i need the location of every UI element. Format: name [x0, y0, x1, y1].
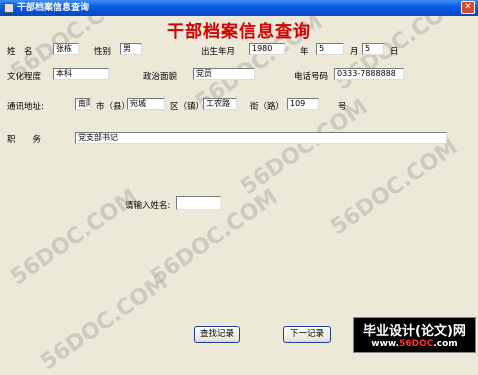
politics-label: 政治面貌 [143, 72, 178, 82]
page-heading: 干部档案信息查询 [167, 22, 311, 42]
day-label: 日 [390, 47, 399, 57]
phone-field[interactable]: 0333-7888888 [334, 68, 404, 80]
month-label: 月 [350, 47, 359, 57]
find-record-button[interactable]: 查找记录 [194, 326, 240, 343]
birth-year-field[interactable]: 1980 [249, 43, 285, 55]
name-field[interactable]: 张栋 [53, 43, 79, 55]
education-label: 文化程度 [7, 72, 42, 82]
search-label: 请输入姓名: [125, 201, 171, 211]
app-icon [4, 3, 14, 13]
app-window: 56DOC.COM 56DOC.COM 56DOC.COM 56DOC.COM … [0, 0, 478, 375]
gender-field[interactable]: 男 [120, 43, 142, 55]
birth-day-field[interactable]: 5 [362, 43, 384, 55]
position-field[interactable]: 党支部书记 [75, 132, 447, 144]
close-button[interactable]: ✕ [461, 1, 475, 14]
phone-label: 电话号码 [294, 72, 329, 82]
watermark: 56DOC.COM [326, 134, 463, 241]
birth-month-field[interactable]: 5 [316, 43, 344, 55]
search-name-input[interactable] [176, 196, 221, 210]
address-label: 通讯地址: [7, 102, 44, 112]
city-label: 市（县） [96, 102, 131, 112]
next-record-button[interactable]: 下一记录 [283, 326, 331, 343]
birth-label: 出生年月 [201, 47, 236, 57]
politics-field[interactable]: 党员 [193, 68, 255, 80]
name-label: 姓 名 [7, 47, 33, 57]
banner-url: www.56DOC.com [371, 339, 458, 349]
title-bar[interactable]: 干部档案信息查询 ✕ [0, 0, 478, 16]
district-field[interactable]: 工农路 [203, 98, 237, 110]
year-label: 年 [300, 47, 309, 57]
number-label: 号 [338, 102, 347, 112]
city-field[interactable]: 宛城 [127, 98, 165, 110]
watermark: 56DOC.COM [6, 184, 143, 291]
gender-label: 性别 [94, 47, 112, 57]
position-label: 职 务 [7, 135, 42, 145]
address-field[interactable]: 南阳 [75, 98, 91, 110]
street-label: 街（路） [250, 102, 285, 112]
street-field[interactable]: 109 [287, 98, 319, 110]
district-label: 区（镇） [170, 102, 205, 112]
site-banner: 毕业设计(论文)网 www.56DOC.com [353, 317, 476, 353]
window-title: 干部档案信息查询 [17, 3, 90, 13]
education-field[interactable]: 本科 [53, 68, 109, 80]
watermark: 56DOC.COM [36, 269, 173, 375]
banner-title: 毕业设计(论文)网 [363, 324, 466, 339]
